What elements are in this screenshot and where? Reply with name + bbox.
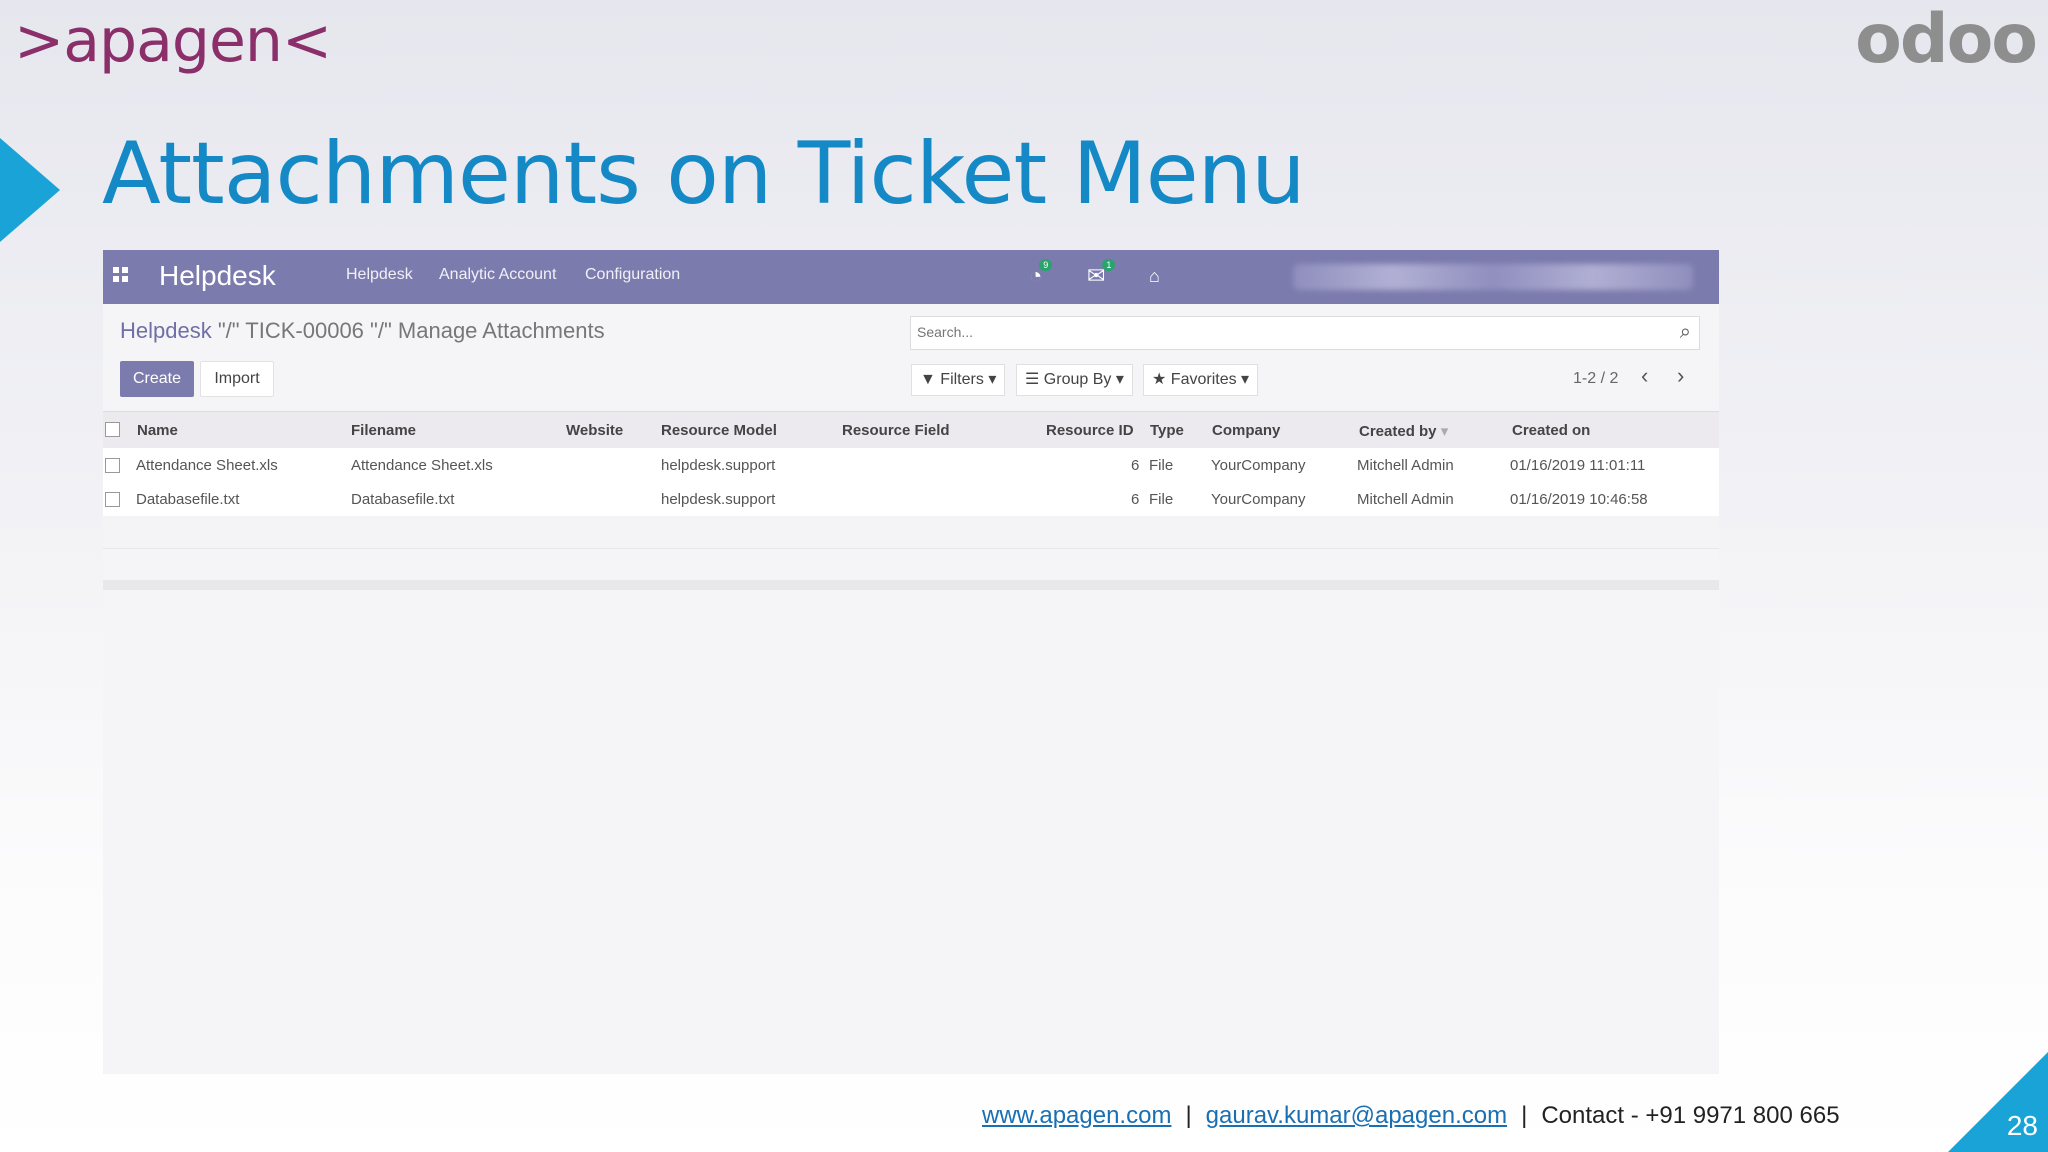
breadcrumb-separator: "/" (370, 318, 392, 343)
menu-helpdesk[interactable]: Helpdesk (346, 266, 413, 284)
cell-filename: Attendance Sheet.xls (351, 457, 493, 474)
col-name[interactable]: Name (137, 422, 178, 439)
website-link[interactable]: www.apagen.com (982, 1102, 1171, 1129)
create-button[interactable]: Create (120, 361, 194, 397)
email-link[interactable]: gaurav.kumar@apagen.com (1206, 1102, 1507, 1129)
star-icon: ★ (1152, 371, 1167, 388)
apagen-logo: >apagen< (14, 6, 332, 76)
cell-resource-id: 6 (1131, 491, 1140, 508)
cell-resource-id: 6 (1131, 457, 1140, 474)
empty-row (103, 516, 1719, 549)
slide-title: Attachments on Ticket Menu (102, 124, 1306, 224)
group-by-button[interactable]: ☰ Group By ▾ (1016, 364, 1133, 396)
table-row[interactable]: Databasefile.txt Databasefile.txt helpde… (103, 482, 1719, 517)
import-button[interactable]: Import (200, 361, 274, 397)
cell-name: Databasefile.txt (136, 491, 240, 508)
row-checkbox[interactable] (105, 458, 120, 473)
pager-previous-icon[interactable]: ‹ (1641, 363, 1648, 389)
page-number: 28 (2006, 1110, 2038, 1141)
col-created-on[interactable]: Created on (1512, 422, 1590, 439)
search-box: ⌕ (910, 316, 1700, 350)
cell-created-by: Mitchell Admin (1357, 457, 1454, 474)
chat-badge: 1 (1102, 259, 1116, 271)
odoo-logo: odoo (1855, 0, 2038, 79)
user-menu-blurred[interactable] (1293, 264, 1693, 290)
col-website[interactable]: Website (566, 422, 623, 439)
cell-filename: Databasefile.txt (351, 491, 455, 508)
cell-company: YourCompany (1211, 457, 1306, 474)
cell-created-by: Mitchell Admin (1357, 491, 1454, 508)
apps-icon[interactable] (113, 267, 129, 283)
breadcrumb-current: Manage Attachments (397, 318, 605, 343)
chat-icon[interactable]: ✉ 1 (1087, 259, 1116, 289)
activity-badge: 9 (1039, 259, 1053, 271)
cell-company: YourCompany (1211, 491, 1306, 508)
row-checkbox[interactable] (105, 492, 120, 507)
list-footer (103, 580, 1719, 590)
filters-button[interactable]: ▼ Filters ▾ (911, 364, 1006, 396)
select-all-checkbox[interactable] (105, 422, 120, 437)
accent-arrow (0, 138, 60, 242)
filter-icon: ▼ (920, 371, 936, 388)
col-resource-model[interactable]: Resource Model (661, 422, 777, 439)
breadcrumb-ticket[interactable]: TICK-00006 (245, 318, 364, 343)
activity-icon[interactable]: ◔ 9 (1029, 259, 1053, 289)
cell-type: File (1149, 491, 1174, 508)
top-navbar: Helpdesk Helpdesk Analytic Account Confi… (103, 250, 1719, 304)
pager-value[interactable]: 1-2 / 2 (1573, 370, 1618, 388)
search-input[interactable] (911, 317, 1657, 347)
menu-analytic-account[interactable]: Analytic Account (439, 266, 556, 284)
cell-created-on: 01/16/2019 11:01:11 (1510, 457, 1646, 474)
breadcrumb-helpdesk[interactable]: Helpdesk (120, 318, 212, 343)
cell-resource-model: helpdesk.support (661, 491, 776, 508)
cell-type: File (1149, 457, 1174, 474)
col-filename[interactable]: Filename (351, 422, 416, 439)
breadcrumb: Helpdesk "/" TICK-00006 "/" Manage Attac… (120, 318, 605, 344)
footer-separator: | (1185, 1102, 1192, 1129)
table-row[interactable]: Attendance Sheet.xls Attendance Sheet.xl… (103, 448, 1719, 483)
col-resource-id[interactable]: Resource ID (1046, 422, 1134, 439)
odoo-screenshot: Helpdesk Helpdesk Analytic Account Confi… (103, 250, 1719, 1074)
list-icon: ☰ (1025, 371, 1040, 388)
col-resource-field[interactable]: Resource Field (842, 422, 950, 439)
group-by-label: Group By (1043, 371, 1112, 388)
contact-text: Contact - +91 9971 800 665 (1541, 1102, 1840, 1129)
home-icon[interactable]: ⌂ (1149, 266, 1160, 287)
col-type[interactable]: Type (1150, 422, 1184, 439)
breadcrumb-separator: "/" (217, 318, 240, 343)
caret-down-icon: ▾ (1115, 371, 1124, 388)
cell-resource-model: helpdesk.support (661, 457, 776, 474)
favorites-button[interactable]: ★ Favorites ▾ (1143, 364, 1259, 396)
list-header: Name Filename Website Resource Model Res… (103, 411, 1719, 449)
caret-down-icon: ▾ (988, 371, 997, 388)
pager-next-icon[interactable]: › (1677, 363, 1684, 389)
favorites-label: Favorites (1170, 371, 1237, 388)
footer-separator: | (1521, 1102, 1528, 1129)
cell-created-on: 01/16/2019 10:46:58 (1510, 491, 1648, 508)
search-icon[interactable]: ⌕ (1680, 321, 1691, 344)
col-company[interactable]: Company (1212, 422, 1280, 439)
caret-down-icon: ▾ (1241, 371, 1250, 388)
menu-configuration[interactable]: Configuration (585, 266, 680, 284)
filters-label: Filters (940, 371, 984, 388)
created-by-label: Created by (1359, 423, 1437, 440)
slide-footer: www.apagen.com | gaurav.kumar@apagen.com | C… (982, 1102, 1840, 1130)
cell-name: Attendance Sheet.xls (136, 457, 278, 474)
col-created-by[interactable]: Created by ▾ (1359, 422, 1448, 440)
app-name[interactable]: Helpdesk (159, 260, 276, 292)
sort-icon: ▾ (1440, 423, 1449, 440)
